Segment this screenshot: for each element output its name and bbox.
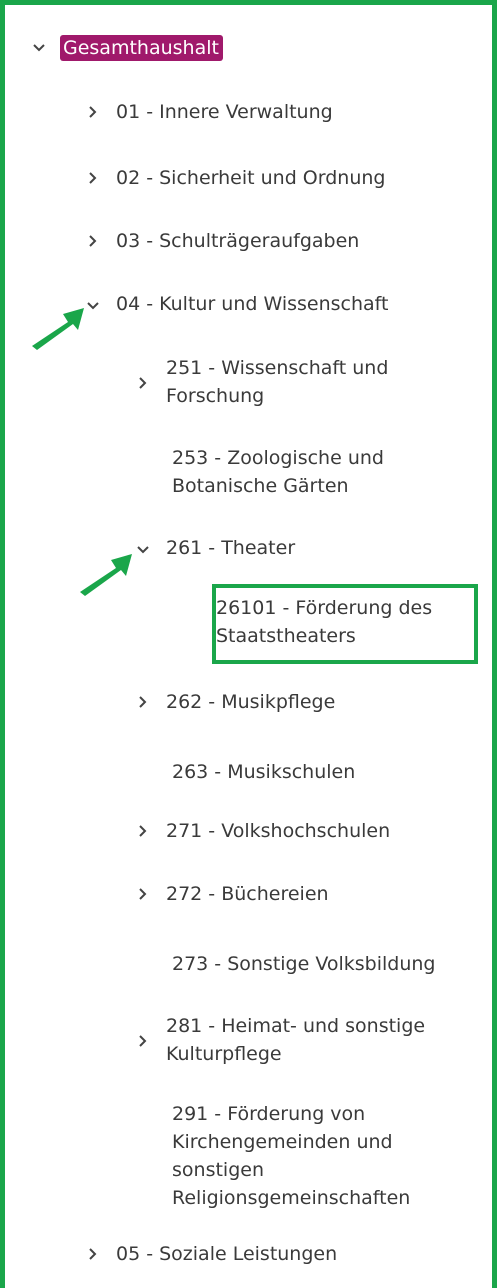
chevron-right-icon[interactable]: [86, 171, 100, 185]
tree-label[interactable]: 05 - Soziale Leistungen: [116, 1240, 337, 1268]
tree-label[interactable]: 01 - Innere Verwaltung: [116, 98, 333, 126]
tree-label[interactable]: 261 - Theater: [166, 534, 295, 562]
tree-node-04[interactable]: 04 - Kultur und Wissenschaft: [86, 290, 389, 318]
tree-label[interactable]: 03 - Schulträgeraufgaben: [116, 227, 359, 255]
tree-node-262[interactable]: 262 - Musikpflege: [136, 688, 335, 716]
chevron-right-icon[interactable]: [86, 234, 100, 248]
chevron-right-icon[interactable]: [86, 105, 100, 119]
tree-node-291[interactable]: 291 - Förderung von Kirchengemeinden und…: [172, 1100, 410, 1212]
tree-node-03[interactable]: 03 - Schulträgeraufgaben: [86, 227, 359, 255]
tree-label[interactable]: 262 - Musikpflege: [166, 688, 335, 716]
tree-label-root[interactable]: Gesamthaushalt: [60, 35, 223, 61]
tree-label[interactable]: 281 - Heimat- und sonstige Kulturpflege: [166, 1012, 425, 1068]
chevron-right-icon[interactable]: [136, 1034, 150, 1048]
chevron-down-icon[interactable]: [136, 543, 150, 557]
tree-node-251[interactable]: 251 - Wissenschaft und Forschung: [136, 354, 388, 410]
tree-node-271[interactable]: 271 - Volkshochschulen: [136, 817, 390, 845]
tree-label[interactable]: 272 - Büchereien: [166, 880, 329, 908]
green-arrow-icon: [80, 554, 132, 596]
chevron-right-icon[interactable]: [136, 376, 150, 390]
chevron-right-icon[interactable]: [86, 1247, 100, 1261]
tree-label[interactable]: 253 - Zoologische und Botanische Gärten: [172, 444, 384, 500]
tree-node-root[interactable]: Gesamthaushalt: [32, 34, 223, 62]
tree-node-01[interactable]: 01 - Innere Verwaltung: [86, 98, 333, 126]
tree-label[interactable]: 271 - Volkshochschulen: [166, 817, 390, 845]
tree-node-281[interactable]: 281 - Heimat- und sonstige Kulturpflege: [136, 1012, 425, 1068]
chevron-right-icon[interactable]: [136, 824, 150, 838]
tree-label[interactable]: 291 - Förderung von Kirchengemeinden und…: [172, 1100, 410, 1212]
tree-node-261[interactable]: 261 - Theater: [136, 534, 295, 562]
chevron-right-icon[interactable]: [136, 695, 150, 709]
tree-label[interactable]: 04 - Kultur und Wissenschaft: [116, 290, 389, 318]
green-arrow-icon: [32, 308, 84, 350]
tree-node-272[interactable]: 272 - Büchereien: [136, 880, 329, 908]
highlight-box: [212, 584, 478, 664]
tree-label[interactable]: 251 - Wissenschaft und Forschung: [166, 354, 388, 410]
tree-node-273[interactable]: 273 - Sonstige Volksbildung: [172, 950, 436, 978]
tree-node-253[interactable]: 253 - Zoologische und Botanische Gärten: [172, 444, 384, 500]
chevron-right-icon[interactable]: [136, 887, 150, 901]
tree-label[interactable]: 263 - Musikschulen: [172, 758, 355, 786]
tree-node-263[interactable]: 263 - Musikschulen: [172, 758, 355, 786]
tree-node-05[interactable]: 05 - Soziale Leistungen: [86, 1240, 337, 1268]
chevron-down-icon[interactable]: [32, 41, 46, 55]
tree-node-02[interactable]: 02 - Sicherheit und Ordnung: [86, 164, 385, 192]
chevron-down-icon[interactable]: [86, 299, 100, 313]
tree-label[interactable]: 02 - Sicherheit und Ordnung: [116, 164, 385, 192]
tree-label[interactable]: 273 - Sonstige Volksbildung: [172, 950, 436, 978]
